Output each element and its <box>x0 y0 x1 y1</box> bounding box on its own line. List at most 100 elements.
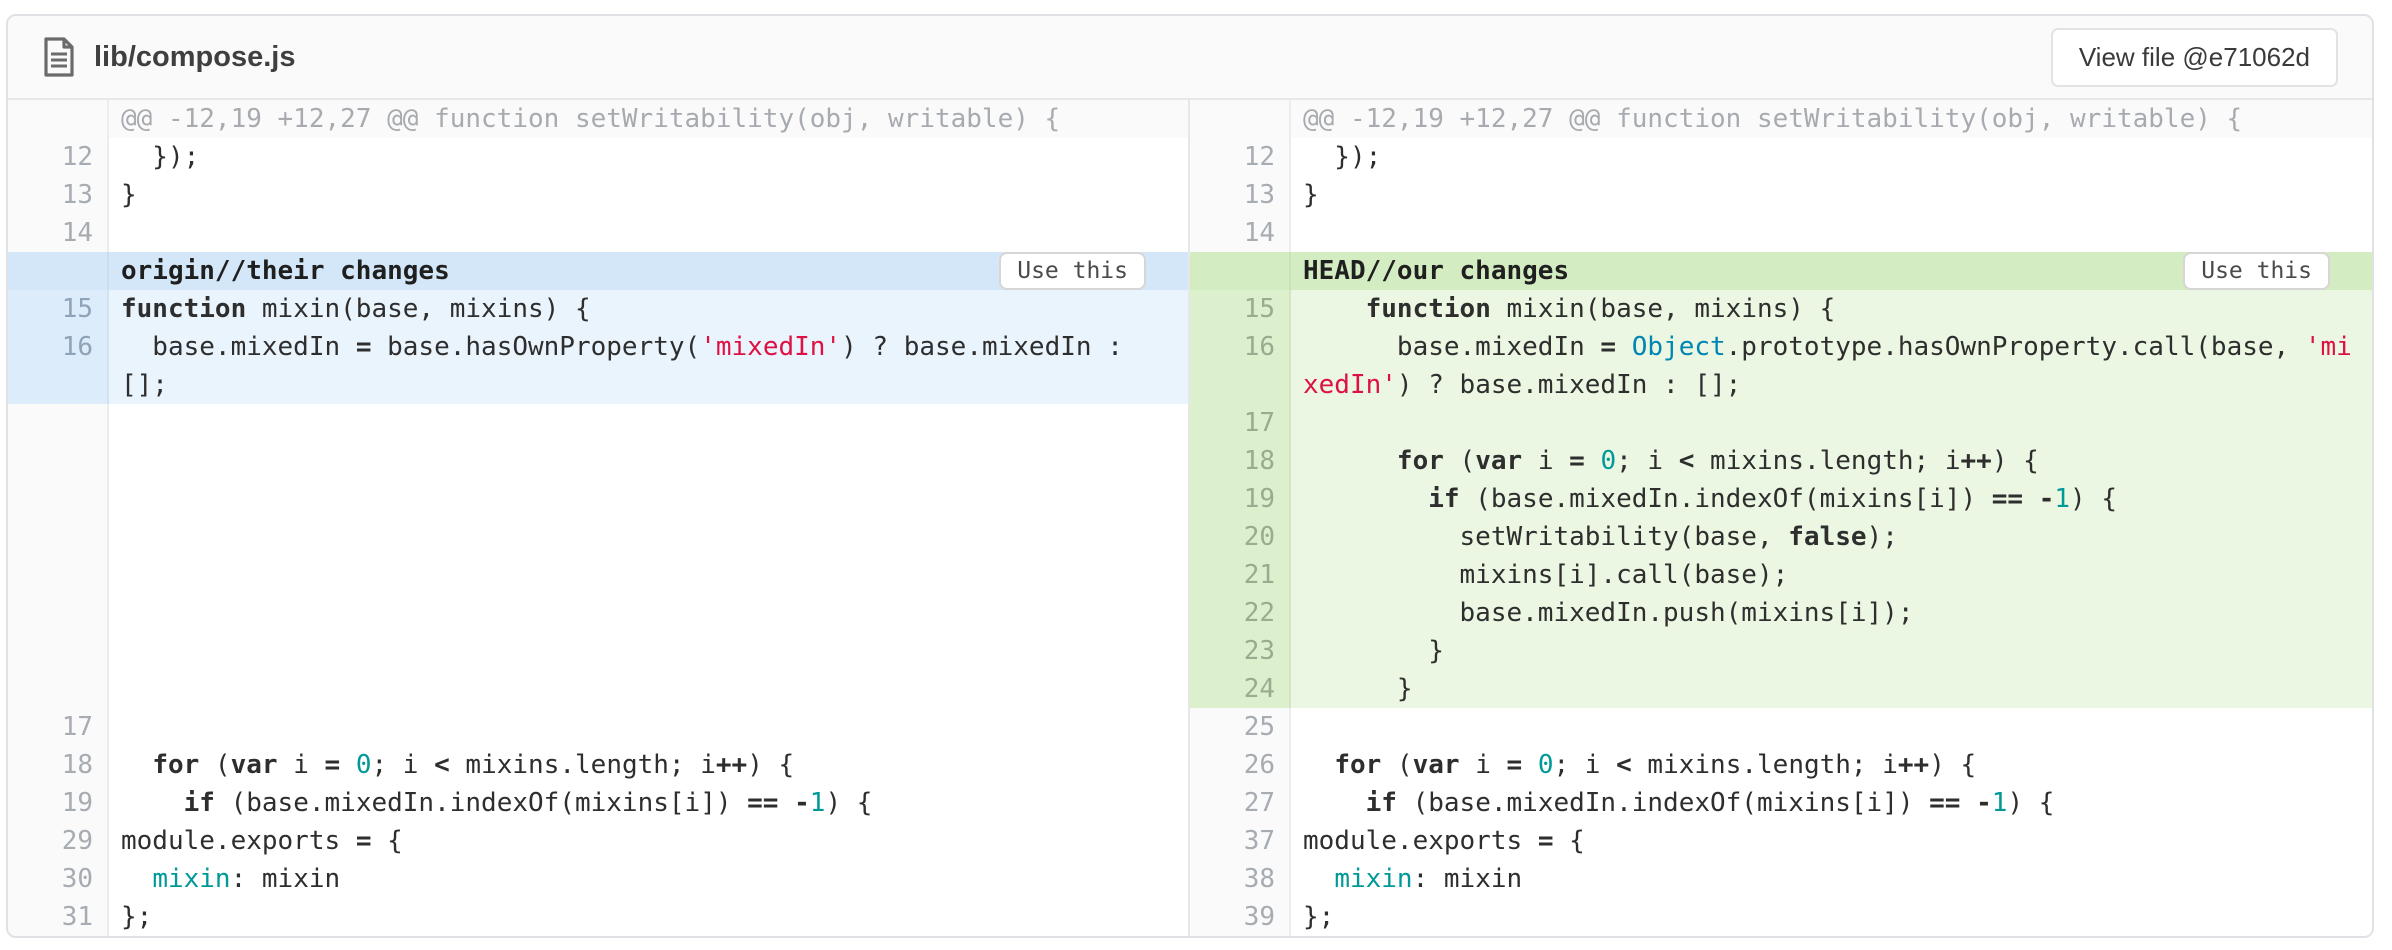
file-header: lib/compose.js View file @e71062d <box>8 16 2372 100</box>
diff-row: 29module.exports = { <box>8 822 1188 860</box>
code-line: function mixin(base, mixins) { <box>109 290 1188 328</box>
view-file-button[interactable]: View file @e71062d <box>2051 28 2338 87</box>
line-number: 29 <box>8 822 109 860</box>
line-number: 14 <box>8 214 109 252</box>
diff-row: 38 mixin: mixin <box>1190 860 2372 898</box>
diff-row: 22 base.mixedIn.push(mixins[i]); <box>1190 594 2372 632</box>
side-by-side-diff: @@ -12,19 +12,27 @@ function setWritabil… <box>8 100 2372 936</box>
diff-row: 13} <box>1190 176 2372 214</box>
file-diff-card: lib/compose.js View file @e71062d @@ -12… <box>6 14 2374 938</box>
code-line: for (var i = 0; i < mixins.length; i++) … <box>1291 746 2372 784</box>
code-line <box>1291 708 2372 746</box>
hunk-header-text: @@ -12,19 +12,27 @@ function setWritabil… <box>109 100 1188 138</box>
diff-row: 39}; <box>1190 898 2372 936</box>
diff-row: 20 setWritability(base, false); <box>1190 518 2372 556</box>
conflict-header-origin: origin//their changes Use this <box>8 252 1188 290</box>
hunk-gutter <box>1190 100 1291 138</box>
file-path-title: lib/compose.js <box>94 41 295 74</box>
line-number: 25 <box>1190 708 1291 746</box>
line-number: 18 <box>1190 442 1291 480</box>
code-line <box>1291 214 2372 252</box>
line-number: 24 <box>1190 670 1291 708</box>
code-line: function mixin(base, mixins) { <box>1291 290 2372 328</box>
line-number: 21 <box>1190 556 1291 594</box>
conflict-header-gutter <box>8 252 109 290</box>
code-line <box>109 214 1188 252</box>
hunk-header-row: @@ -12,19 +12,27 @@ function setWritabil… <box>1190 100 2372 138</box>
line-number <box>8 366 109 404</box>
line-number: 19 <box>1190 480 1291 518</box>
line-number: 30 <box>8 860 109 898</box>
diff-row: 24 } <box>1190 670 2372 708</box>
hunk-header-row: @@ -12,19 +12,27 @@ function setWritabil… <box>8 100 1188 138</box>
diff-row: 37module.exports = { <box>1190 822 2372 860</box>
code-line: if (base.mixedIn.indexOf(mixins[i]) == -… <box>1291 480 2372 518</box>
diff-row: 14 <box>8 214 1188 252</box>
conflict-title: HEAD//our changes <box>1303 256 1569 286</box>
code-line: } <box>1291 670 2372 708</box>
code-line: } <box>109 176 1188 214</box>
line-number: 39 <box>1190 898 1291 936</box>
code-line: base.mixedIn = Object.prototype.hasOwnPr… <box>1291 328 2372 366</box>
diff-row: 19 if (base.mixedIn.indexOf(mixins[i]) =… <box>1190 480 2372 518</box>
code-line: mixin: mixin <box>109 860 1188 898</box>
code-line: module.exports = { <box>1291 822 2372 860</box>
line-number: 20 <box>1190 518 1291 556</box>
diff-row: 18 for (var i = 0; i < mixins.length; i+… <box>1190 442 2372 480</box>
diff-row: 18 for (var i = 0; i < mixins.length; i+… <box>8 746 1188 784</box>
filler-content <box>109 404 1188 708</box>
line-number: 27 <box>1190 784 1291 822</box>
diff-row: 25 <box>1190 708 2372 746</box>
line-number: 14 <box>1190 214 1291 252</box>
code-line <box>1291 404 2372 442</box>
line-number: 22 <box>1190 594 1291 632</box>
diff-row: 15 function mixin(base, mixins) { <box>1190 290 2372 328</box>
line-number <box>1190 366 1291 404</box>
diff-row: 17 <box>1190 404 2372 442</box>
diff-row: 17 <box>8 708 1188 746</box>
line-number: 38 <box>1190 860 1291 898</box>
diff-row: 27 if (base.mixedIn.indexOf(mixins[i]) =… <box>1190 784 2372 822</box>
code-line: }); <box>1291 138 2372 176</box>
code-line: for (var i = 0; i < mixins.length; i++) … <box>109 746 1188 784</box>
line-number: 19 <box>8 784 109 822</box>
code-line: } <box>1291 176 2372 214</box>
code-line: []; <box>109 366 1188 404</box>
diff-row: 13} <box>8 176 1188 214</box>
diff-row: 21 mixins[i].call(base); <box>1190 556 2372 594</box>
diff-row: []; <box>8 366 1188 404</box>
diff-row: 26 for (var i = 0; i < mixins.length; i+… <box>1190 746 2372 784</box>
diff-row: xedIn') ? base.mixedIn : []; <box>1190 366 2372 404</box>
code-line: for (var i = 0; i < mixins.length; i++) … <box>1291 442 2372 480</box>
diff-row: 16 base.mixedIn = Object.prototype.hasOw… <box>1190 328 2372 366</box>
diff-panel-left: @@ -12,19 +12,27 @@ function setWritabil… <box>8 100 1190 936</box>
line-number: 18 <box>8 746 109 784</box>
line-number: 17 <box>8 708 109 746</box>
diff-row: 23 } <box>1190 632 2372 670</box>
diff-row: 12 }); <box>8 138 1188 176</box>
line-number: 16 <box>8 328 109 366</box>
diff-row: 12 }); <box>1190 138 2372 176</box>
use-this-button[interactable]: Use this <box>2183 252 2330 290</box>
code-line: }; <box>109 898 1188 936</box>
conflict-title: origin//their changes <box>121 256 450 286</box>
use-this-button[interactable]: Use this <box>999 252 1146 290</box>
code-line: xedIn') ? base.mixedIn : []; <box>1291 366 2372 404</box>
file-text-icon <box>42 37 76 77</box>
line-number: 15 <box>8 290 109 328</box>
line-number: 23 <box>1190 632 1291 670</box>
code-line: } <box>1291 632 2372 670</box>
code-line: mixin: mixin <box>1291 860 2372 898</box>
code-line <box>109 708 1188 746</box>
line-number: 26 <box>1190 746 1291 784</box>
hunk-gutter <box>8 100 109 138</box>
diff-row: 16 base.mixedIn = base.hasOwnProperty('m… <box>8 328 1188 366</box>
code-line: base.mixedIn = base.hasOwnProperty('mixe… <box>109 328 1188 366</box>
line-number: 12 <box>8 138 109 176</box>
code-line: if (base.mixedIn.indexOf(mixins[i]) == -… <box>109 784 1188 822</box>
diff-row: 30 mixin: mixin <box>8 860 1188 898</box>
hunk-header-text: @@ -12,19 +12,27 @@ function setWritabil… <box>1291 100 2372 138</box>
code-line: if (base.mixedIn.indexOf(mixins[i]) == -… <box>1291 784 2372 822</box>
code-line: }); <box>109 138 1188 176</box>
line-number: 37 <box>1190 822 1291 860</box>
